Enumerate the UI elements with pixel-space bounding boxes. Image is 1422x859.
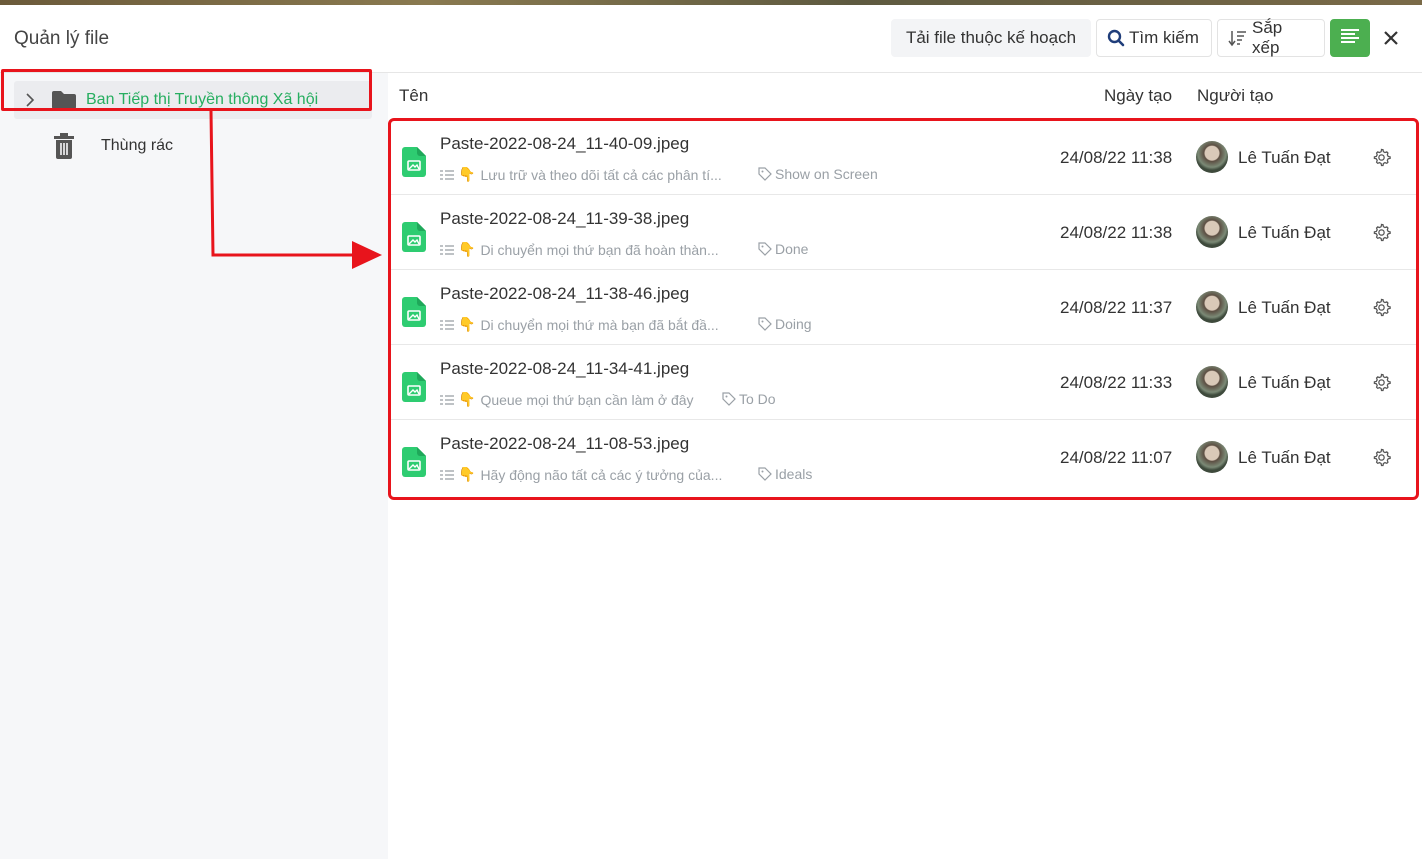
image-file-icon [402,372,426,407]
pointing-hand-icon: 👇 [458,391,476,407]
tag-icon [758,317,772,331]
sidebar: Ban Tiếp thị Truyền thông Xã hội Thùng r… [0,73,388,859]
sidebar-item-folder[interactable]: Ban Tiếp thị Truyền thông Xã hội [14,81,372,119]
avatar [1196,141,1228,173]
file-name[interactable]: Paste-2022-08-24_11-38-46.jpeg [440,284,689,304]
owner-name: Lê Tuấn Đạt [1238,373,1331,392]
list-view-toggle[interactable] [1330,19,1370,57]
column-header-owner[interactable]: Người tạo [1197,73,1273,118]
avatar [1196,216,1228,248]
file-description: Di chuyển mọi thứ mà bạn đã bắt đầ... [480,316,719,333]
sort-icon [1228,29,1248,47]
tag-text: Ideals [775,466,813,482]
close-icon[interactable] [1380,27,1402,49]
image-file-icon [402,147,426,182]
file-list: Paste-2022-08-24_11-40-09.jpeg 👇 Lưu trữ… [390,120,1417,495]
owner-name: Lê Tuấn Đạt [1238,298,1331,317]
file-meta: 👇 Di chuyển mọi thứ mà bạn đã bắt đầ... [440,316,719,333]
tag-text: Doing [775,316,812,332]
tag-icon [758,467,772,481]
sidebar-item-trash[interactable]: Thùng rác [14,131,372,165]
checklist-icon [440,244,454,256]
upload-plan-file-button[interactable]: Tải file thuộc kế hoạch [891,19,1091,57]
image-file-icon [402,222,426,257]
tag-icon [758,167,772,181]
chevron-right-icon[interactable] [25,93,35,112]
page-title: Quản lý file [14,28,110,49]
tag-label: Doing [758,316,812,332]
file-name[interactable]: Paste-2022-08-24_11-40-09.jpeg [440,134,689,154]
checklist-icon [440,319,454,331]
file-row[interactable]: Paste-2022-08-24_11-08-53.jpeg 👇 Hãy độn… [390,420,1417,495]
tag-icon [722,392,736,406]
pointing-hand-icon: 👇 [458,466,476,482]
tag-text: Done [775,241,809,257]
file-meta: 👇 Hãy động não tất cả các ý tưởng của... [440,466,722,483]
avatar [1196,366,1228,398]
owner-name: Lê Tuấn Đạt [1238,448,1331,467]
checklist-icon [440,169,454,181]
sort-button[interactable]: Sắp xếp [1217,18,1325,57]
file-meta: 👇 Queue mọi thứ bạn cần làm ở đây [440,391,694,408]
file-meta: 👇 Lưu trữ và theo dõi tất cả các phân tí… [440,166,722,183]
menu-icon [1340,28,1360,49]
pointing-hand-icon: 👇 [458,166,476,182]
gear-icon[interactable] [1372,298,1391,322]
sidebar-item-label: Thùng rác [101,137,174,154]
column-header-name[interactable]: Tên [399,73,428,118]
sort-label: Sắp xếp [1252,18,1283,57]
folder-icon [51,90,77,115]
gear-icon[interactable] [1372,148,1391,172]
file-description: Queue mọi thứ bạn cần làm ở đây [480,391,694,408]
file-description: Lưu trữ và theo dõi tất cả các phân tí..… [480,166,722,183]
tag-text: Show on Screen [775,166,878,182]
checklist-icon [440,469,454,481]
tag-label: Ideals [758,466,812,482]
created-date: 24/08/22 11:38 [1060,148,1173,167]
sidebar-item-label: Ban Tiếp thị Truyền thông Xã hội [86,91,319,108]
image-file-icon [402,447,426,482]
file-name[interactable]: Paste-2022-08-24_11-39-38.jpeg [440,209,689,229]
gear-icon[interactable] [1372,373,1391,397]
gear-icon[interactable] [1372,448,1391,472]
owner-name: Lê Tuấn Đạt [1238,223,1331,242]
search-label: Tìm kiếm [1129,28,1199,47]
image-file-icon [402,297,426,332]
search-icon [1107,29,1125,47]
search-button[interactable]: Tìm kiếm [1096,19,1212,57]
file-row[interactable]: Paste-2022-08-24_11-40-09.jpeg 👇 Lưu trữ… [390,120,1417,195]
tag-label: Show on Screen [758,166,878,182]
trash-icon [52,133,76,164]
avatar [1196,441,1228,473]
tag-text: To Do [739,391,776,407]
file-name[interactable]: Paste-2022-08-24_11-08-53.jpeg [440,434,689,454]
tag-label: Done [758,241,808,257]
file-meta: 👇 Di chuyển mọi thứ bạn đã hoàn thàn... [440,241,719,258]
file-row[interactable]: Paste-2022-08-24_11-38-46.jpeg 👇 Di chuy… [390,270,1417,345]
file-description: Hãy động não tất cả các ý tưởng của... [480,466,723,483]
owner-name: Lê Tuấn Đạt [1238,148,1331,167]
gear-icon[interactable] [1372,223,1391,247]
file-description: Di chuyển mọi thứ bạn đã hoàn thàn... [480,241,719,258]
file-row[interactable]: Paste-2022-08-24_11-34-41.jpeg 👇 Queue m… [390,345,1417,420]
avatar [1196,291,1228,323]
file-name[interactable]: Paste-2022-08-24_11-34-41.jpeg [440,359,689,379]
file-row[interactable]: Paste-2022-08-24_11-39-38.jpeg 👇 Di chuy… [390,195,1417,270]
pointing-hand-icon: 👇 [458,316,476,332]
checklist-icon [440,394,454,406]
upload-plan-file-label: Tải file thuộc kế hoạch [905,28,1077,47]
created-date: 24/08/22 11:37 [1060,298,1173,317]
created-date: 24/08/22 11:33 [1060,373,1173,392]
created-date: 24/08/22 11:38 [1060,223,1173,242]
pointing-hand-icon: 👇 [458,241,476,257]
tag-label: To Do [722,391,776,407]
modal-header: Quản lý file Tải file thuộc kế hoạch Tìm… [0,5,1422,73]
tag-icon [758,242,772,256]
column-header-date[interactable]: Ngày tạo [1104,73,1172,118]
created-date: 24/08/22 11:07 [1060,448,1173,467]
